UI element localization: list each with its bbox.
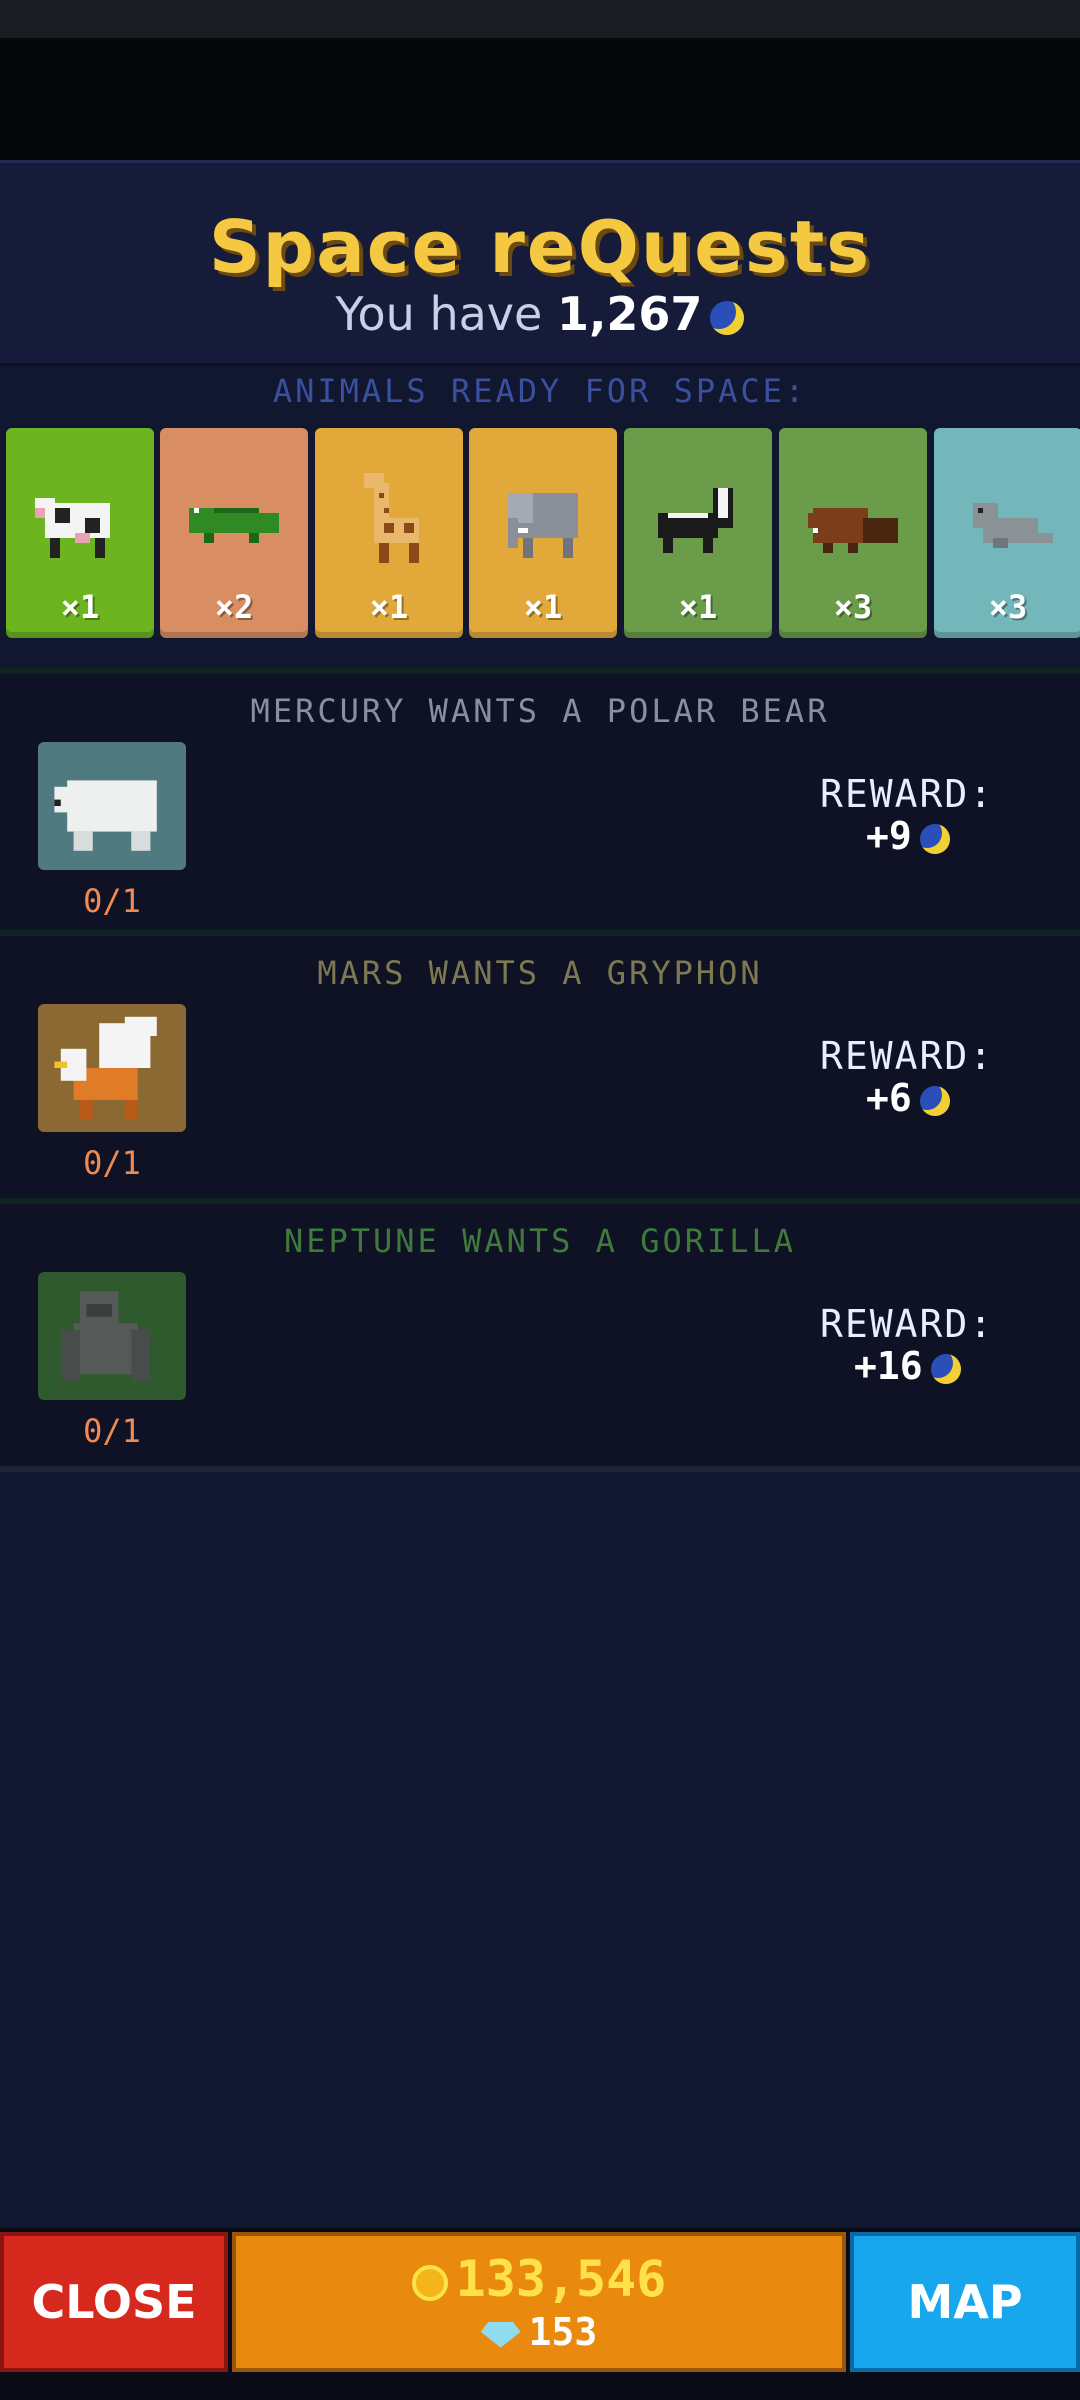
- space-coin-icon: [919, 1085, 950, 1116]
- animal-count: ×1: [678, 588, 718, 626]
- animal-count: ×1: [369, 588, 409, 626]
- header-panel: Space reQuests You have 1,267: [0, 160, 1080, 366]
- bottom-bar: CLOSE 133,546 153 MAP: [0, 2228, 1080, 2400]
- currency-panel[interactable]: 133,546 153: [232, 2232, 846, 2372]
- gold-coin-icon: [411, 2264, 448, 2301]
- animal-count: ×1: [523, 588, 563, 626]
- request-progress: 0/1: [83, 1144, 141, 1182]
- gem-balance: 153: [236, 2310, 842, 2354]
- animal-count: ×3: [988, 588, 1028, 626]
- status-strip: [0, 0, 1080, 38]
- gryphon-icon: [54, 1016, 157, 1120]
- space-coin-icon: [930, 1353, 961, 1384]
- request-thumb: [38, 1004, 186, 1132]
- animal-card-crocodile[interactable]: ×2: [160, 428, 308, 638]
- game-view-band: [0, 38, 1080, 160]
- elephant-icon: [508, 493, 578, 558]
- animal-card-cow[interactable]: ×1: [6, 428, 154, 638]
- animal-card-beaver[interactable]: ×3: [779, 428, 927, 638]
- gorilla-icon: [60, 1291, 151, 1381]
- coin-balance: 133,546: [236, 2250, 842, 2308]
- request-thumb: [38, 1272, 186, 1400]
- reward-amount: +9: [866, 814, 912, 858]
- crocodile-icon: [189, 508, 279, 543]
- gem-icon: [480, 2321, 521, 2348]
- animal-card-seal[interactable]: ×3: [934, 428, 1080, 638]
- polar-bear-icon: [54, 780, 157, 851]
- divider: [0, 1466, 1080, 1472]
- reward-label: REWARD:: [820, 772, 995, 816]
- close-button[interactable]: CLOSE: [0, 2232, 228, 2372]
- space-coin-icon: [710, 300, 745, 335]
- balance-prefix: You have: [335, 287, 543, 341]
- request-progress: 0/1: [83, 1412, 141, 1450]
- reward-value: +9: [866, 814, 950, 858]
- request-title: MARS WANTS A GRYPHON: [317, 954, 763, 992]
- reward-value: +16: [854, 1344, 961, 1388]
- coin-amount: 133,546: [455, 2250, 667, 2308]
- cow-icon: [35, 498, 110, 558]
- request-title: NEPTUNE WANTS A GORILLA: [283, 1222, 797, 1260]
- balance-line: You have 1,267: [0, 287, 1080, 341]
- request-neptune[interactable]: NEPTUNE WANTS A GORILLA 0/1 REWARD: +16: [0, 1204, 1080, 1466]
- animal-count: ×2: [214, 588, 254, 626]
- animal-card-skunk[interactable]: ×1: [624, 428, 772, 638]
- reward-label: REWARD:: [820, 1302, 995, 1346]
- reward-amount: +16: [854, 1344, 923, 1388]
- page-title: Space reQuests: [208, 205, 872, 289]
- request-thumb: [38, 742, 186, 870]
- giraffe-icon: [364, 473, 419, 563]
- request-mercury[interactable]: MERCURY WANTS A POLAR BEAR 0/1 REWARD: +…: [0, 674, 1080, 936]
- space-coin-icon: [919, 823, 950, 854]
- map-button[interactable]: MAP: [850, 2232, 1080, 2372]
- request-mars[interactable]: MARS WANTS A GRYPHON 0/1 REWARD: +6: [0, 936, 1080, 1198]
- request-progress: 0/1: [83, 882, 141, 920]
- animal-card-elephant[interactable]: ×1: [469, 428, 617, 638]
- seal-icon: [973, 503, 1053, 548]
- request-title: MERCURY WANTS A POLAR BEAR: [250, 692, 830, 730]
- reward-value: +6: [866, 1076, 950, 1120]
- animals-carousel[interactable]: ×1 ×2 ×1 ×1 ×1 ×3 ×3: [0, 428, 1080, 640]
- animal-count: ×1: [60, 588, 100, 626]
- reward-amount: +6: [866, 1076, 912, 1120]
- skunk-icon: [658, 488, 733, 553]
- animals-section-label: ANIMALS READY FOR SPACE:: [272, 372, 808, 410]
- balance-value: 1,267: [556, 287, 703, 341]
- gem-amount: 153: [528, 2310, 598, 2354]
- animal-count: ×3: [833, 588, 873, 626]
- beaver-icon: [808, 508, 898, 553]
- reward-label: REWARD:: [820, 1034, 995, 1078]
- animal-card-giraffe[interactable]: ×1: [315, 428, 463, 638]
